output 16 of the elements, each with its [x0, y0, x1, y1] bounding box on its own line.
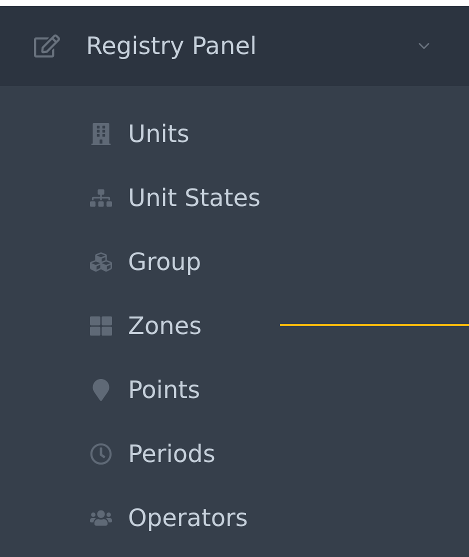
cubes-icon — [90, 251, 112, 273]
menu-item[interactable]: Periods — [0, 422, 469, 486]
edit-icon — [34, 33, 60, 59]
menu-item[interactable]: Zones — [0, 294, 469, 358]
menu-item[interactable]: Points — [0, 358, 469, 422]
map-pin-icon — [90, 379, 112, 401]
grid-icon — [90, 315, 112, 337]
menu-item[interactable]: Unit States — [0, 166, 469, 230]
menu-title: Registry Panel — [86, 31, 257, 62]
hierarchy-icon — [90, 187, 112, 209]
menu-item[interactable]: Units — [0, 102, 469, 166]
building-icon — [90, 123, 112, 145]
menu-item[interactable]: Operators — [0, 486, 469, 550]
menu-item[interactable]: Group — [0, 230, 469, 294]
menu-header[interactable]: Registry Panel — [0, 6, 469, 86]
clock-icon — [90, 443, 112, 465]
